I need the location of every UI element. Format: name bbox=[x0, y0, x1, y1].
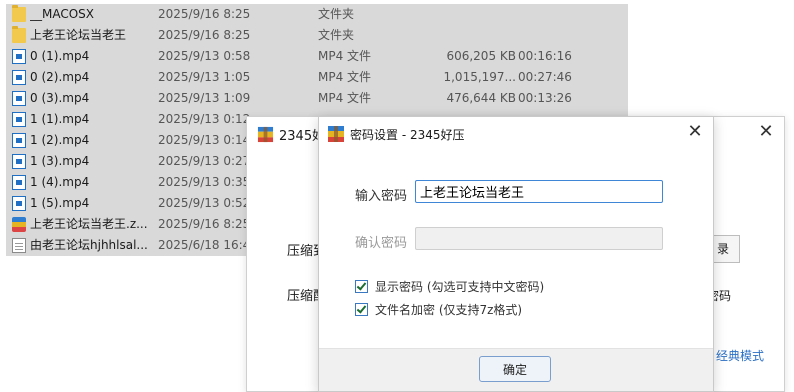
file-name: 上老王论坛当老王.z... bbox=[30, 217, 148, 231]
file-date: 2025/9/13 0:27 bbox=[158, 154, 251, 168]
encrypt-filenames-label: 文件名加密 (仅支持7z格式) bbox=[375, 303, 523, 317]
video-file-icon bbox=[12, 196, 26, 211]
file-name: 0 (1).mp4 bbox=[30, 49, 90, 63]
file-type: MP4 文件 bbox=[318, 70, 372, 84]
file-row[interactable]: __MACOSX 2025/9/16 8:25 文件夹 bbox=[6, 4, 628, 25]
text-file-icon bbox=[12, 238, 26, 253]
file-row[interactable]: 上老王论坛当老王 2025/9/16 8:25 文件夹 bbox=[6, 25, 628, 46]
file-type: 文件夹 bbox=[318, 28, 355, 42]
file-date: 2025/6/18 16:4 bbox=[158, 238, 251, 252]
file-duration: 00:16:16 bbox=[518, 49, 572, 63]
video-file-icon bbox=[12, 154, 26, 169]
file-row[interactable]: 0 (3).mp4 2025/9/13 1:09 MP4 文件 476,644 KB 0… bbox=[6, 88, 628, 109]
ok-button[interactable]: 确定 bbox=[479, 356, 551, 382]
folder-icon bbox=[12, 26, 26, 43]
video-file-icon bbox=[12, 112, 26, 127]
file-name: 1 (3).mp4 bbox=[30, 154, 90, 168]
file-date: 2025/9/13 1:05 bbox=[158, 70, 251, 84]
file-name: 上老王论坛当老王 bbox=[30, 28, 127, 42]
file-name: 1 (4).mp4 bbox=[30, 175, 90, 189]
file-name: 由老王论坛hjhhlsal... bbox=[30, 238, 148, 252]
file-name: 0 (3).mp4 bbox=[30, 91, 90, 105]
file-date: 2025/9/16 8:25 bbox=[158, 28, 251, 42]
file-date: 2025/9/13 0:52 bbox=[158, 196, 251, 210]
password-label: 输入密码 bbox=[355, 189, 408, 204]
file-duration: 00:13:26 bbox=[518, 91, 572, 105]
dialog-title: 密码设置 - 2345好压 bbox=[350, 128, 465, 142]
file-type: 文件夹 bbox=[318, 7, 355, 21]
close-icon[interactable]: ✕ bbox=[756, 121, 776, 142]
password-settings-dialog: 密码设置 - 2345好压 ✕ 输入密码 确认密码 显示密码 (勾选可支持中文密… bbox=[318, 116, 714, 392]
app-logo-icon bbox=[328, 126, 344, 142]
file-row[interactable]: 0 (1).mp4 2025/9/13 0:58 MP4 文件 606,205 KB 0… bbox=[6, 46, 628, 67]
file-date: 2025/9/13 1:09 bbox=[158, 91, 251, 105]
file-row[interactable]: 0 (2).mp4 2025/9/13 1:05 MP4 文件 1,015,197..… bbox=[6, 67, 628, 88]
video-file-icon bbox=[12, 133, 26, 148]
file-size: 1,015,197... bbox=[443, 70, 516, 84]
file-date: 2025/9/13 0:14 bbox=[158, 133, 251, 147]
file-name: 1 (2).mp4 bbox=[30, 133, 90, 147]
file-size: 606,205 KB bbox=[446, 49, 516, 63]
show-password-checkbox[interactable] bbox=[355, 280, 368, 293]
file-date: 2025/9/13 0:35 bbox=[158, 175, 251, 189]
file-date: 2025/9/13 0:58 bbox=[158, 49, 251, 63]
app-logo-icon bbox=[257, 126, 274, 143]
video-file-icon bbox=[12, 70, 26, 85]
file-date: 2025/9/13 0:12 bbox=[158, 112, 251, 126]
video-file-icon bbox=[12, 49, 26, 64]
file-duration: 00:27:46 bbox=[518, 70, 572, 84]
classic-mode-link[interactable]: 经典模式 bbox=[716, 347, 764, 364]
encrypt-filenames-checkbox[interactable] bbox=[355, 303, 368, 316]
confirm-password-label: 确认密码 bbox=[355, 236, 408, 251]
archive-file-icon bbox=[12, 217, 26, 232]
show-password-label: 显示密码 (勾选可支持中文密码) bbox=[375, 280, 545, 294]
close-icon[interactable]: ✕ bbox=[685, 121, 705, 142]
video-file-icon bbox=[12, 175, 26, 190]
file-size: 476,644 KB bbox=[446, 91, 516, 105]
file-type: MP4 文件 bbox=[318, 91, 372, 105]
file-date: 2025/9/16 8:25 bbox=[158, 217, 251, 231]
file-name: 1 (5).mp4 bbox=[30, 196, 90, 210]
file-type: MP4 文件 bbox=[318, 49, 372, 63]
file-name: __MACOSX bbox=[30, 7, 95, 21]
file-name: 0 (2).mp4 bbox=[30, 70, 90, 84]
dialog-footer: 确定 bbox=[319, 348, 713, 391]
folder-icon bbox=[12, 5, 26, 22]
video-file-icon bbox=[12, 91, 26, 106]
confirm-password-input[interactable] bbox=[415, 227, 663, 250]
file-name: 1 (1).mp4 bbox=[30, 112, 90, 126]
password-input[interactable] bbox=[415, 180, 663, 203]
file-date: 2025/9/16 8:25 bbox=[158, 7, 251, 21]
